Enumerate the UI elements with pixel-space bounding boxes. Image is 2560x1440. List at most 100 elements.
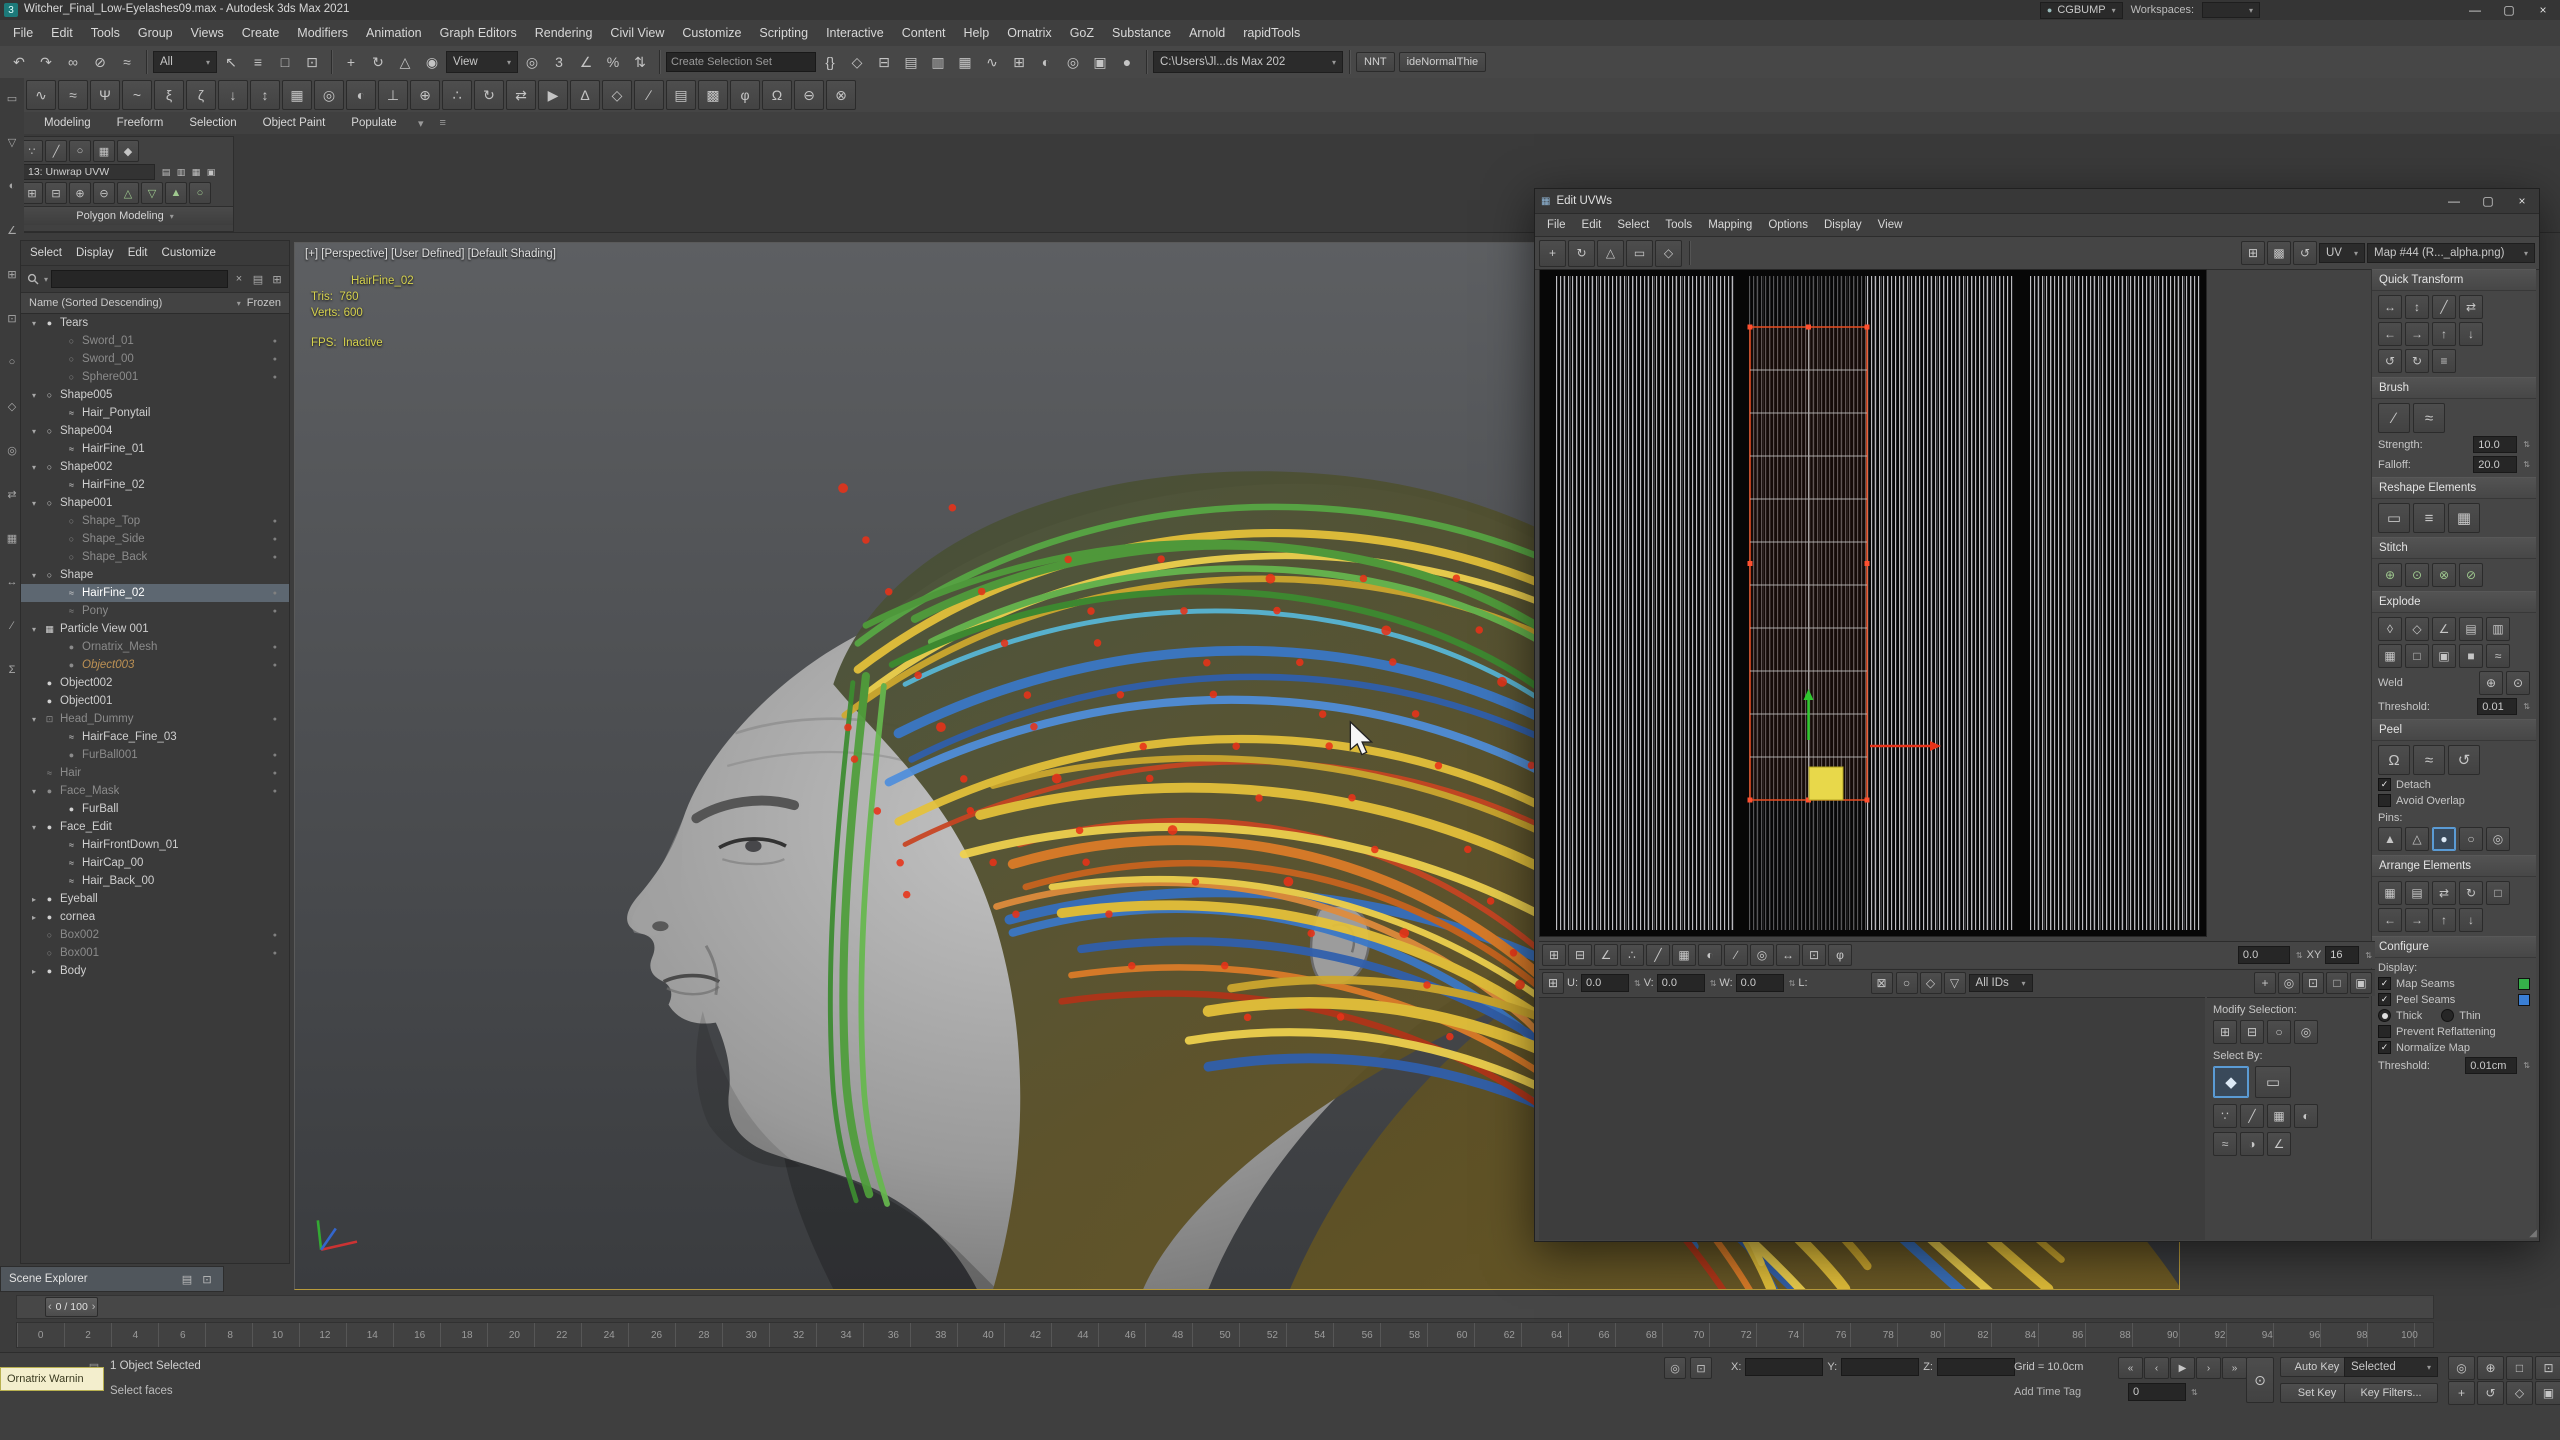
search-filter-caret[interactable]: ▾ bbox=[44, 275, 48, 284]
uv-edge-snap-icon[interactable]: ╱ bbox=[1646, 944, 1670, 966]
menu-item[interactable]: Animation bbox=[357, 23, 431, 43]
rollout-stitch[interactable]: Stitch bbox=[2372, 538, 2536, 559]
map-seams-checkbox[interactable] bbox=[2378, 977, 2391, 990]
explorer-settings-icon[interactable]: ▤ bbox=[250, 269, 266, 289]
configure-threshold-spinner[interactable]: ⇅ bbox=[2523, 1061, 2530, 1070]
straighten-icon[interactable]: ≡ bbox=[2413, 503, 2445, 533]
w-field[interactable]: 0.0 bbox=[1736, 974, 1784, 992]
menu-item[interactable]: Arnold bbox=[1180, 23, 1234, 43]
next-frame-arrow[interactable]: › bbox=[92, 1301, 96, 1313]
snap-settings-icon[interactable]: ∠ bbox=[2, 220, 22, 240]
straighten-selection-icon[interactable]: ≡ bbox=[2432, 349, 2456, 373]
scene-explorer-menu-item[interactable]: Select bbox=[23, 244, 69, 262]
ox-strand-paint-icon[interactable]: φ bbox=[730, 80, 760, 110]
align-top-icon[interactable]: ↑ bbox=[2432, 322, 2456, 346]
frozen-toggle[interactable]: ● bbox=[273, 608, 277, 615]
map-seams-color-swatch[interactable] bbox=[2518, 978, 2530, 990]
zoom-icon[interactable]: ◎ bbox=[2448, 1356, 2475, 1380]
project-folder-dropdown[interactable]: C:\Users\Jl...ds Max 202▾ bbox=[1153, 51, 1343, 73]
uvw-maximize-button[interactable]: ▢ bbox=[2471, 190, 2505, 213]
rollout-arrange-elements[interactable]: Arrange Elements bbox=[2372, 856, 2536, 877]
ox-surface-comb-icon[interactable]: ~ bbox=[122, 80, 152, 110]
pack-icon[interactable]: ▤ bbox=[2405, 881, 2429, 905]
scene-explorer-menu-item[interactable]: Display bbox=[69, 244, 121, 262]
uv-mirror-icon[interactable]: ◇ bbox=[1655, 240, 1682, 267]
scene-explorer-row[interactable]: ○ Box002 ● bbox=[21, 926, 289, 944]
loop-selection-icon[interactable]: ○ bbox=[189, 182, 211, 204]
arrange-right-icon[interactable]: → bbox=[2405, 908, 2429, 932]
selection-lock-icon[interactable]: ⊡ bbox=[1690, 1357, 1712, 1379]
render-setup-icon[interactable]: ◎ bbox=[1060, 49, 1086, 75]
edit-named-selection-sets-icon[interactable]: {} bbox=[817, 49, 843, 75]
menu-item[interactable]: Graph Editors bbox=[431, 23, 526, 43]
uv-snap-grid-icon[interactable]: ⊞ bbox=[2241, 241, 2265, 265]
scene-explorer-row[interactable]: ▸ ● cornea bbox=[21, 908, 289, 926]
ox-strand-multiplier-icon[interactable]: ⊕ bbox=[410, 80, 440, 110]
break-icon[interactable]: ◊ bbox=[2378, 617, 2402, 641]
frozen-toggle[interactable]: ● bbox=[273, 590, 277, 597]
freeze-objects-icon[interactable]: ◇ bbox=[2, 396, 22, 416]
material-editor-icon[interactable]: ◐ bbox=[1033, 49, 1059, 75]
scene-explorer-row[interactable]: ▾ ● Face_Edit bbox=[21, 818, 289, 836]
rescale-elements-icon[interactable]: ⇄ bbox=[2432, 881, 2456, 905]
material-ids-dropdown[interactable]: All IDs▾ bbox=[1969, 974, 2033, 992]
frozen-toggle[interactable]: ● bbox=[273, 644, 277, 651]
expand-arrow-icon[interactable]: ▾ bbox=[29, 391, 39, 400]
align-horizontal-icon[interactable]: ↔ bbox=[2378, 295, 2402, 319]
rotate-90-ccw-icon[interactable]: ↺ bbox=[2378, 349, 2402, 373]
timeline-ruler[interactable]: 0246810121416182022242628303234363840424… bbox=[16, 1322, 2434, 1348]
expand-arrow-icon[interactable]: ▾ bbox=[29, 499, 39, 508]
close-button[interactable]: × bbox=[2526, 0, 2560, 20]
show-end-result-icon[interactable]: ⊖ bbox=[93, 182, 115, 204]
menu-item[interactable]: rapidTools bbox=[1234, 23, 1309, 43]
uvw-menu-item[interactable]: Options bbox=[1760, 217, 1816, 233]
select-by-planar-angle-icon[interactable]: ▭ bbox=[2255, 1066, 2291, 1098]
rotate-angle-field[interactable]: 0.0 bbox=[2238, 946, 2290, 964]
scene-explorer-row[interactable]: ▾ ● Tears bbox=[21, 314, 289, 332]
arrange-left-icon[interactable]: ← bbox=[2378, 908, 2402, 932]
pin-icon[interactable]: ▲ bbox=[2378, 827, 2402, 851]
uv-brush-icon[interactable]: ∕ bbox=[1724, 944, 1748, 966]
ribbon-tab[interactable]: Modeling bbox=[32, 114, 103, 132]
ribbon-tab[interactable]: Selection bbox=[177, 114, 248, 132]
prev-frame-arrow[interactable]: ‹ bbox=[48, 1301, 52, 1313]
ox-resolve-collisions-icon[interactable]: ⊗ bbox=[826, 80, 856, 110]
reference-coordinate-dropdown[interactable]: View▾ bbox=[446, 51, 518, 73]
isolate-selection-icon[interactable]: ◎ bbox=[1664, 1357, 1686, 1379]
prevent-reflattening-checkbox[interactable] bbox=[2378, 1025, 2391, 1038]
scene-explorer-row[interactable]: ▾ ○ Shape001 bbox=[21, 494, 289, 512]
relax-by-center-icon[interactable]: ■ bbox=[2459, 644, 2483, 668]
scene-explorer-menu-item[interactable]: Customize bbox=[155, 244, 223, 262]
name-column-header[interactable]: Name (Sorted Descending) bbox=[29, 297, 162, 309]
u-field[interactable]: 0.0 bbox=[1581, 974, 1629, 992]
v-spinner[interactable]: ⇅ bbox=[1710, 979, 1717, 988]
stitch-selected-icon[interactable]: ⊕ bbox=[2378, 563, 2402, 587]
uvw-menu-item[interactable]: Tools bbox=[1657, 217, 1700, 233]
uv-rotate-icon[interactable]: ↻ bbox=[1568, 240, 1595, 267]
ribbon-tab[interactable]: Freeform bbox=[105, 114, 176, 132]
paint-select-icon[interactable]: φ bbox=[1828, 944, 1852, 966]
polygon-modeling-header[interactable]: Polygon Modeling ▾ bbox=[17, 206, 233, 225]
select-and-link-icon[interactable]: ∞ bbox=[60, 49, 86, 75]
flatten-by-angle-icon[interactable]: ∠ bbox=[2432, 617, 2456, 641]
auto-key-scope-dropdown[interactable]: Selected▾ bbox=[2344, 1357, 2438, 1377]
peel-mode-icon[interactable]: ≈ bbox=[2413, 745, 2445, 775]
select-and-rotate-icon[interactable]: ↻ bbox=[365, 49, 391, 75]
grid-size-spinner[interactable]: ⇅ bbox=[2365, 951, 2372, 960]
ox-dynamics-icon[interactable]: Ω bbox=[762, 80, 792, 110]
uvw-resize-grip[interactable]: ◢ bbox=[2529, 1228, 2537, 1239]
menu-item[interactable]: Modifiers bbox=[288, 23, 357, 43]
uv-editor-canvas[interactable] bbox=[1539, 269, 2207, 937]
pan-icon[interactable]: + bbox=[2448, 1381, 2475, 1405]
scene-explorer-footer[interactable]: Scene Explorer ▤⊡ bbox=[0, 1266, 224, 1292]
scene-explorer-row[interactable]: ≈ Hair_Ponytail bbox=[21, 404, 289, 422]
expand-arrow-icon[interactable]: ▾ bbox=[29, 787, 39, 796]
v-field[interactable]: 0.0 bbox=[1657, 974, 1705, 992]
scene-explorer-row[interactable]: ▾ ○ Shape005 bbox=[21, 386, 289, 404]
ox-strand-detail-icon[interactable]: ◇ bbox=[602, 80, 632, 110]
next-frame-button[interactable]: › bbox=[2196, 1357, 2221, 1379]
grow-uv-selection-icon[interactable]: ⊞ bbox=[2213, 1020, 2237, 1044]
target-weld-icon[interactable]: ⊙ bbox=[2506, 671, 2530, 695]
spinner-snap-icon[interactable]: ⇅ bbox=[627, 49, 653, 75]
auto-key-button[interactable]: Auto Key bbox=[2280, 1357, 2354, 1377]
